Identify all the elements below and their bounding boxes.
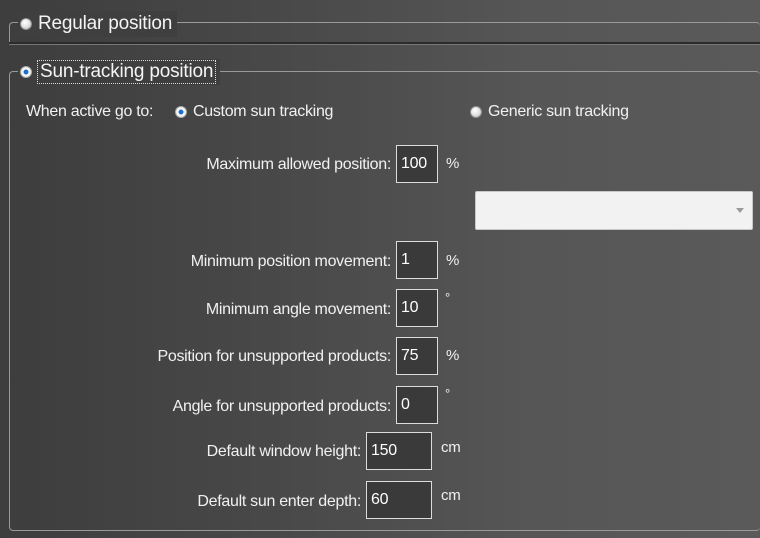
sun-tracking-position-radio[interactable]: Sun-tracking position [18, 59, 221, 85]
custom-sun-tracking-label: Custom sun tracking [193, 103, 334, 120]
radio-unselected-icon [20, 18, 32, 30]
window-height-input[interactable]: 150 [366, 432, 432, 470]
generic-sun-tracking-radio[interactable]: Generic sun tracking [470, 102, 629, 122]
max-position-input[interactable]: 100 [396, 145, 438, 183]
generic-sun-tracking-dropdown[interactable] [475, 191, 753, 230]
min-position-movement-unit: % [446, 252, 460, 269]
min-angle-movement-unit: ° [445, 290, 450, 305]
sun-tracking-position-label: Sun-tracking position [36, 60, 217, 84]
position-unsupported-label: Position for unsupported products: [157, 348, 391, 365]
sun-tracking-settings-panel: Regular position Sun-tracking position W… [0, 0, 760, 538]
min-angle-movement-input[interactable]: 10 [396, 289, 438, 327]
window-height-label: Default window height: [206, 443, 362, 460]
angle-unsupported-label: Angle for unsupported products: [172, 398, 392, 415]
custom-sun-tracking-radio[interactable]: Custom sun tracking [175, 102, 333, 122]
angle-unsupported-input[interactable]: 0 [396, 386, 438, 424]
radio-unselected-icon [470, 106, 482, 118]
chevron-down-icon [736, 208, 744, 213]
min-angle-movement-label: Minimum angle movement: [205, 301, 391, 318]
regular-position-radio[interactable]: Regular position [18, 11, 178, 37]
max-position-label: Maximum allowed position: [206, 156, 391, 173]
angle-unsupported-unit: ° [445, 386, 450, 401]
sun-enter-depth-input[interactable]: 60 [366, 481, 432, 519]
when-active-label: When active go to: [26, 103, 154, 120]
generic-sun-tracking-label: Generic sun tracking [488, 103, 629, 120]
radio-selected-icon [20, 66, 32, 78]
window-height-unit: cm [441, 439, 461, 456]
position-unsupported-unit: % [446, 347, 460, 364]
min-position-movement-input[interactable]: 1 [396, 241, 438, 279]
min-position-movement-label: Minimum position movement: [190, 253, 392, 270]
regular-position-label: Regular position [38, 13, 173, 34]
position-unsupported-input[interactable]: 75 [396, 337, 438, 375]
sun-enter-depth-unit: cm [441, 487, 461, 504]
max-position-unit: % [446, 155, 460, 172]
sun-enter-depth-label: Default sun enter depth: [197, 493, 361, 510]
regular-position-group-divider [9, 42, 760, 45]
radio-selected-icon [175, 106, 187, 118]
